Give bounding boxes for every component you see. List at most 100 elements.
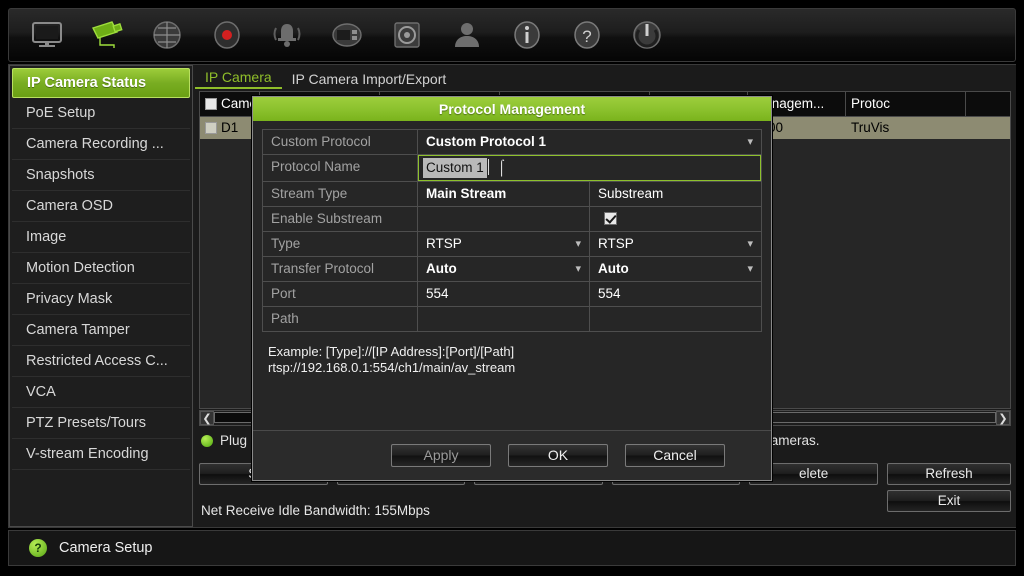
sidebar-item-camera-osd[interactable]: Camera OSD	[12, 191, 190, 222]
select-type-main[interactable]: RTSP ▾	[418, 232, 590, 256]
chevron-down-icon[interactable]: ▾	[575, 232, 581, 256]
help-icon[interactable]: ?	[29, 539, 47, 557]
column-header-camera[interactable]: Came	[200, 92, 260, 116]
row-enable-substream: Enable Substream	[263, 207, 761, 232]
ok-button[interactable]: OK	[508, 444, 608, 467]
sidebar-item-vca[interactable]: VCA	[12, 377, 190, 408]
label-path: Path	[263, 307, 418, 331]
select-custom-protocol[interactable]: Custom Protocol 1 ▾	[418, 130, 761, 154]
display-icon[interactable]	[17, 12, 77, 58]
scroll-right-arrow[interactable]: ❯	[996, 411, 1010, 425]
cell-protocol: TruVis	[851, 120, 890, 135]
cancel-button[interactable]: Cancel	[625, 444, 725, 467]
type-main-value: RTSP	[426, 236, 462, 251]
dialog-body: Custom Protocol Custom Protocol 1 ▾ Prot…	[253, 121, 771, 376]
select-transfer-sub[interactable]: Auto ▾	[590, 257, 761, 281]
header-substream: Substream	[590, 182, 761, 206]
plug-and-play-status: Plug	[201, 433, 247, 448]
alarm-bell-icon[interactable]	[257, 12, 317, 58]
hard-disk-icon[interactable]	[377, 12, 437, 58]
tab-ip-camera[interactable]: IP Camera	[195, 69, 282, 89]
chevron-down-icon[interactable]: ▾	[575, 257, 581, 281]
refresh-button[interactable]: Refresh	[886, 463, 1011, 485]
sidebar-item-privacy-mask[interactable]: Privacy Mask	[12, 284, 190, 315]
svg-text:?: ?	[582, 27, 591, 46]
input-port-sub[interactable]: 554	[590, 282, 761, 306]
main-toolbar: ?	[8, 8, 1016, 62]
tab-ip-camera-import-export[interactable]: IP Camera Import/Export	[282, 71, 457, 89]
protocol-name-input[interactable]: Custom 1 ⌠	[418, 155, 761, 181]
label-transfer-protocol: Transfer Protocol	[263, 257, 418, 281]
power-icon[interactable]	[617, 12, 677, 58]
chevron-down-icon[interactable]: ▾	[747, 130, 753, 154]
chevron-down-icon[interactable]: ▾	[747, 232, 753, 256]
record-icon[interactable]	[197, 12, 257, 58]
scroll-left-arrow[interactable]: ❮	[200, 411, 214, 425]
enable-substream-checkbox[interactable]	[604, 212, 617, 225]
sidebar-item-motion-detection[interactable]: Motion Detection	[12, 253, 190, 284]
camera-icon[interactable]	[77, 12, 137, 58]
nvr-app-window: ? IP Camera Status PoE Setup Camera Reco…	[0, 0, 1024, 576]
bandwidth-label: Net Receive Idle Bandwidth: 155Mbps	[201, 503, 430, 518]
row-transfer-protocol: Transfer Protocol Auto ▾ Auto ▾	[263, 257, 761, 282]
row-type: Type RTSP ▾ RTSP ▾	[263, 232, 761, 257]
header-main-stream: Main Stream	[418, 182, 590, 206]
sidebar-item-image[interactable]: Image	[12, 222, 190, 253]
status-dot-icon	[201, 435, 213, 447]
cell-camera-id[interactable]: D1	[200, 117, 260, 139]
sidebar-item-snapshots[interactable]: Snapshots	[12, 160, 190, 191]
row-stream-type: Stream Type Main Stream Substream	[263, 182, 761, 207]
sidebar-item-ptz-presets-tours[interactable]: PTZ Presets/Tours	[12, 408, 190, 439]
row-custom-protocol: Custom Protocol Custom Protocol 1 ▾	[263, 130, 761, 155]
info-icon[interactable]	[497, 12, 557, 58]
device-icon[interactable]	[317, 12, 377, 58]
label-stream-type: Stream Type	[263, 182, 418, 206]
label-custom-protocol: Custom Protocol	[263, 130, 418, 154]
user-icon[interactable]	[437, 12, 497, 58]
label-type: Type	[263, 232, 418, 256]
sidebar-item-poe-setup[interactable]: PoE Setup	[12, 98, 190, 129]
input-path-sub[interactable]	[590, 307, 761, 331]
protocol-management-dialog: Protocol Management Custom Protocol Cust…	[252, 96, 772, 481]
input-path-main[interactable]	[418, 307, 590, 331]
row-path: Path	[263, 307, 761, 332]
custom-protocol-value: Custom Protocol 1	[426, 134, 547, 149]
input-port-main[interactable]: 554	[418, 282, 590, 306]
sidebar-menu: IP Camera Status PoE Setup Camera Record…	[9, 65, 193, 527]
chevron-down-icon[interactable]: ▾	[747, 257, 753, 281]
cell-enable-substream-sub	[590, 207, 761, 231]
status-bar: ? Camera Setup	[8, 530, 1016, 566]
content-tabs: IP Camera IP Camera Import/Export	[195, 65, 1016, 89]
label-enable-substream: Enable Substream	[263, 207, 418, 231]
protocol-name-selected-text: Custom 1	[423, 158, 487, 178]
sidebar-item-camera-tamper[interactable]: Camera Tamper	[12, 315, 190, 346]
dialog-footer: Apply OK Cancel	[253, 430, 771, 480]
row-port: Port 554 554	[263, 282, 761, 307]
dialog-title: Protocol Management	[253, 97, 771, 121]
transfer-main-value: Auto	[426, 261, 457, 276]
network-icon[interactable]	[137, 12, 197, 58]
status-bar-label: Camera Setup	[59, 540, 153, 556]
exit-button[interactable]: Exit	[887, 490, 1011, 512]
sidebar-item-restricted-access[interactable]: Restricted Access C...	[12, 346, 190, 377]
text-caret	[487, 159, 489, 175]
select-type-sub[interactable]: RTSP ▾	[590, 232, 761, 256]
sidebar-item-v-stream-encoding[interactable]: V-stream Encoding	[12, 439, 190, 470]
apply-button[interactable]: Apply	[391, 444, 491, 467]
help-icon[interactable]: ?	[557, 12, 617, 58]
select-transfer-main[interactable]: Auto ▾	[418, 257, 590, 281]
text-cursor-icon: ⌠	[497, 159, 507, 176]
example-text: Example: [Type]://[IP Address]:[Port]/[P…	[268, 344, 516, 375]
column-header-protocol[interactable]: Protoc	[846, 92, 966, 116]
transfer-sub-value: Auto	[598, 261, 629, 276]
label-protocol-name: Protocol Name	[263, 155, 418, 181]
row-protocol-name: Protocol Name Custom 1 ⌠	[263, 155, 761, 182]
type-sub-value: RTSP	[598, 236, 634, 251]
sidebar-item-camera-recording[interactable]: Camera Recording ...	[12, 129, 190, 160]
cell-enable-substream-main	[418, 207, 590, 231]
sidebar-item-ip-camera-status[interactable]: IP Camera Status	[12, 68, 190, 98]
select-all-checkbox[interactable]	[205, 98, 217, 110]
label-port: Port	[263, 282, 418, 306]
row-checkbox[interactable]	[205, 122, 217, 134]
protocol-form-grid: Custom Protocol Custom Protocol 1 ▾ Prot…	[262, 129, 762, 332]
